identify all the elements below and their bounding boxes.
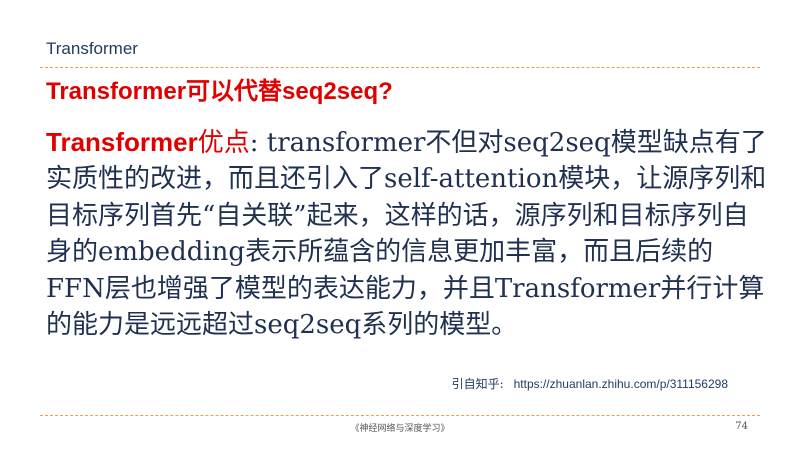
slide: Transformer Transformer可以代替seq2seq? Tran… — [0, 0, 800, 450]
citation: 引自知乎: https://zhuanlan.zhihu.com/p/311156… — [452, 375, 728, 392]
body-text: : transformer不但对seq2seq模型缺点有了实质性的改进，而且还引… — [46, 128, 767, 341]
footer-divider — [40, 415, 760, 416]
page-number: 74 — [735, 421, 748, 432]
body-lead-suffix: 优点 — [197, 128, 250, 158]
citation-link[interactable]: https://zhuanlan.zhihu.com/p/311156298 — [514, 377, 728, 391]
body-lead-term: Transformer — [46, 127, 198, 157]
footer-book-title: 《神经网络与深度学习》 — [350, 424, 450, 434]
header-divider — [40, 67, 760, 68]
slide-title: Transformer可以代替seq2seq? — [46, 78, 393, 105]
section-label: Transformer — [46, 39, 138, 58]
body-paragraph: Transformer优点: transformer不但对seq2seq模型缺点… — [46, 124, 770, 343]
citation-label: 引自知乎: — [451, 377, 504, 391]
